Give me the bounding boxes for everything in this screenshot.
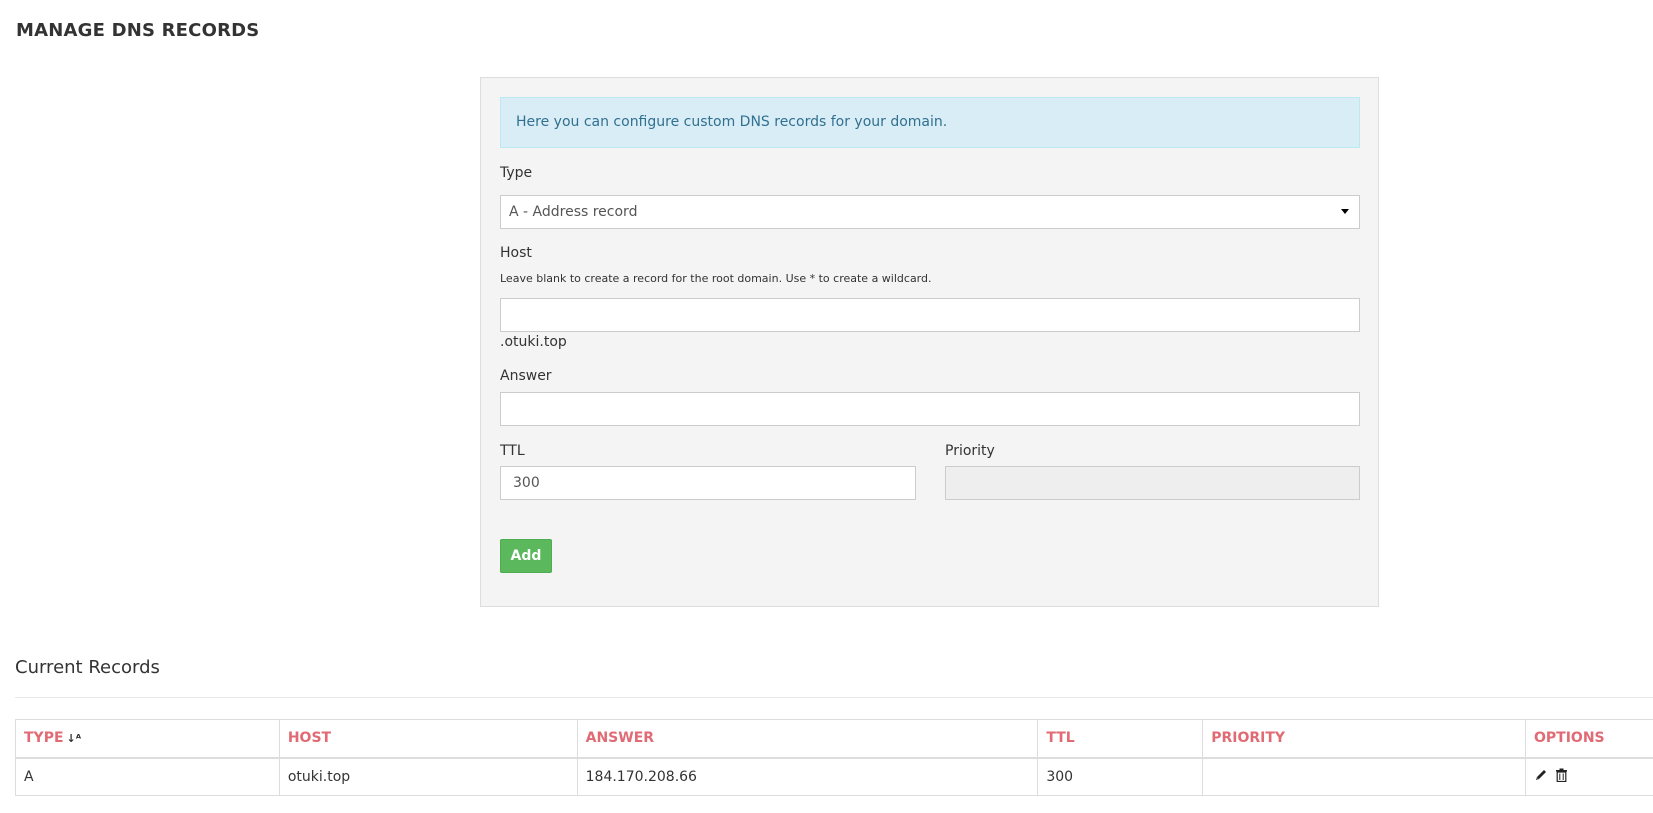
host-suffix: .otuki.top (500, 334, 567, 350)
column-header-host[interactable]: HOST (278, 719, 578, 759)
cell-options (1525, 757, 1653, 796)
info-alert: Here you can configure custom DNS record… (500, 97, 1360, 148)
current-records-title: Current Records (15, 657, 160, 678)
divider (15, 697, 1653, 698)
host-label: Host (500, 245, 532, 261)
add-record-panel: Here you can configure custom DNS record… (480, 77, 1379, 607)
cell-ttl: 300 (1037, 757, 1204, 796)
page-title: MANAGE DNS RECORDS (16, 20, 260, 41)
host-help-text: Leave blank to create a record for the r… (500, 272, 932, 285)
chevron-down-icon (1341, 209, 1349, 214)
table-header-row: TYPE ↓ᴬ HOST ANSWER TTL PRIORITY OPTIONS (15, 719, 1653, 759)
column-header-type[interactable]: TYPE ↓ᴬ (15, 719, 280, 759)
trash-icon[interactable] (1555, 768, 1568, 786)
answer-label: Answer (500, 368, 552, 384)
cell-priority (1202, 757, 1526, 796)
add-button[interactable]: Add (500, 539, 552, 573)
column-header-answer[interactable]: ANSWER (576, 719, 1039, 759)
type-select-value: A - Address record (509, 204, 638, 220)
type-select[interactable]: A - Address record (500, 195, 1360, 229)
cell-answer: 184.170.208.66 (576, 757, 1039, 796)
sort-alpha-icon[interactable]: ↓ᴬ (67, 732, 82, 745)
column-header-priority[interactable]: PRIORITY (1202, 719, 1526, 759)
cell-host: otuki.top (278, 757, 578, 796)
ttl-label: TTL (500, 443, 525, 459)
pencil-icon[interactable] (1534, 768, 1548, 786)
column-header-options: OPTIONS (1525, 719, 1653, 759)
cell-type: A (15, 757, 280, 796)
records-table: TYPE ↓ᴬ HOST ANSWER TTL PRIORITY OPTIONS … (15, 719, 1653, 796)
table-row: A otuki.top 184.170.208.66 300 (15, 757, 1653, 796)
priority-input (945, 466, 1360, 500)
column-header-ttl[interactable]: TTL (1037, 719, 1204, 759)
answer-input[interactable] (500, 392, 1360, 426)
type-label: Type (500, 165, 533, 181)
priority-label: Priority (945, 443, 995, 459)
host-input[interactable] (500, 298, 1360, 332)
ttl-input[interactable]: 300 (500, 466, 916, 500)
